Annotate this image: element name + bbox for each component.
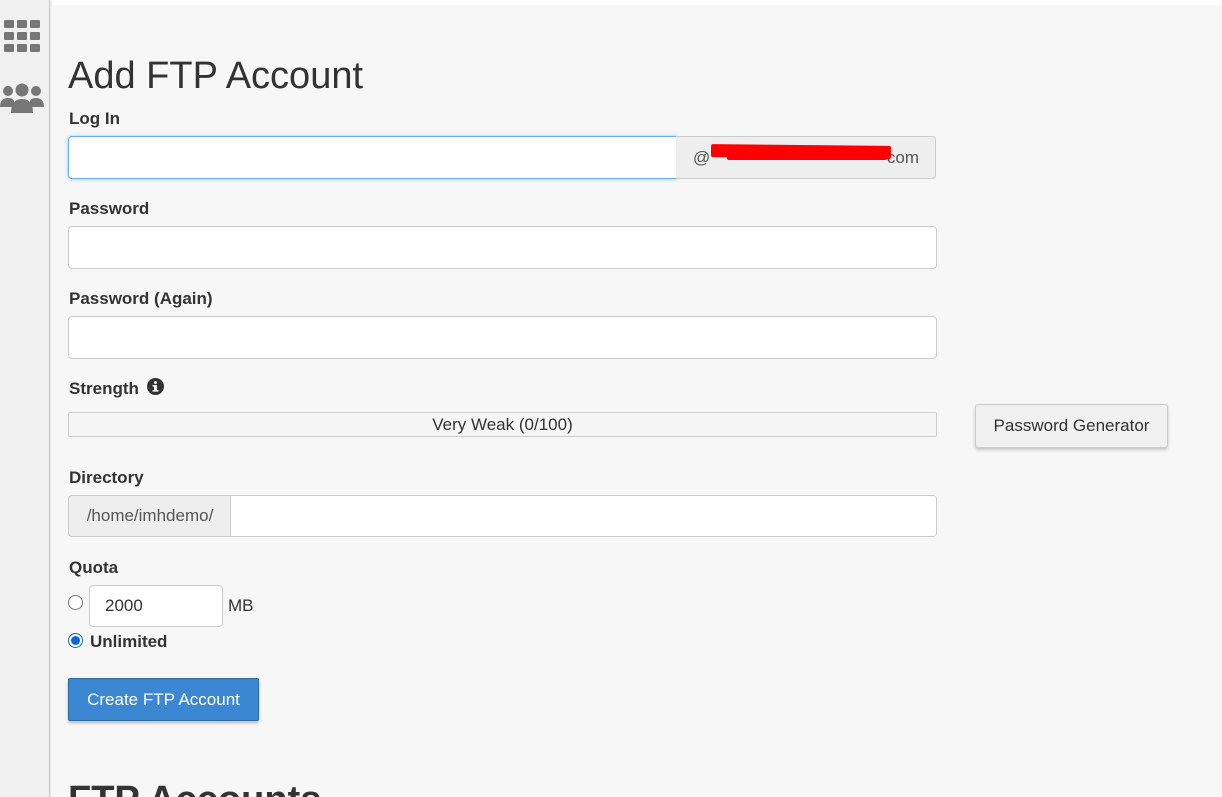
- strength-label-text: Strength: [69, 379, 139, 398]
- quota-unlimited-label[interactable]: Unlimited: [90, 632, 167, 652]
- directory-prefix: /home/imhdemo/: [68, 495, 231, 537]
- password-generator-button[interactable]: Password Generator: [975, 404, 1168, 448]
- directory-label: Directory: [69, 468, 144, 487]
- users-icon[interactable]: [0, 78, 44, 118]
- domain-suffix: com: [886, 147, 919, 167]
- quota-label: Quota: [69, 558, 119, 577]
- info-circle-icon[interactable]: [146, 378, 164, 400]
- quota-unit: MB: [228, 596, 254, 615]
- password-again-input[interactable]: [68, 316, 937, 359]
- ftp-accounts-title: FTP Accounts: [68, 777, 321, 797]
- create-ftp-account-button[interactable]: Create FTP Account: [68, 678, 259, 721]
- strength-label: Strength: [69, 378, 164, 400]
- login-label: Log In: [69, 109, 120, 128]
- password-label: Password: [69, 199, 150, 218]
- apps-grid-icon[interactable]: [0, 16, 44, 56]
- quota-unlimited-radio[interactable]: [68, 633, 83, 648]
- password-strength-meter: Very Weak (0/100): [68, 412, 937, 437]
- password-input[interactable]: [68, 226, 937, 269]
- password-again-label: Password (Again): [69, 289, 213, 308]
- quota-input[interactable]: [89, 585, 223, 627]
- domain-prefix: @: [693, 147, 711, 167]
- login-input[interactable]: [68, 136, 677, 179]
- main-content: Add FTP Account Log In @ com Password Pa…: [51, 5, 1222, 797]
- page-title: Add FTP Account: [68, 55, 364, 97]
- quota-limited-radio[interactable]: [68, 595, 83, 610]
- directory-input[interactable]: [230, 495, 937, 537]
- sidebar: [0, 0, 50, 797]
- redaction-mark: [727, 154, 887, 160]
